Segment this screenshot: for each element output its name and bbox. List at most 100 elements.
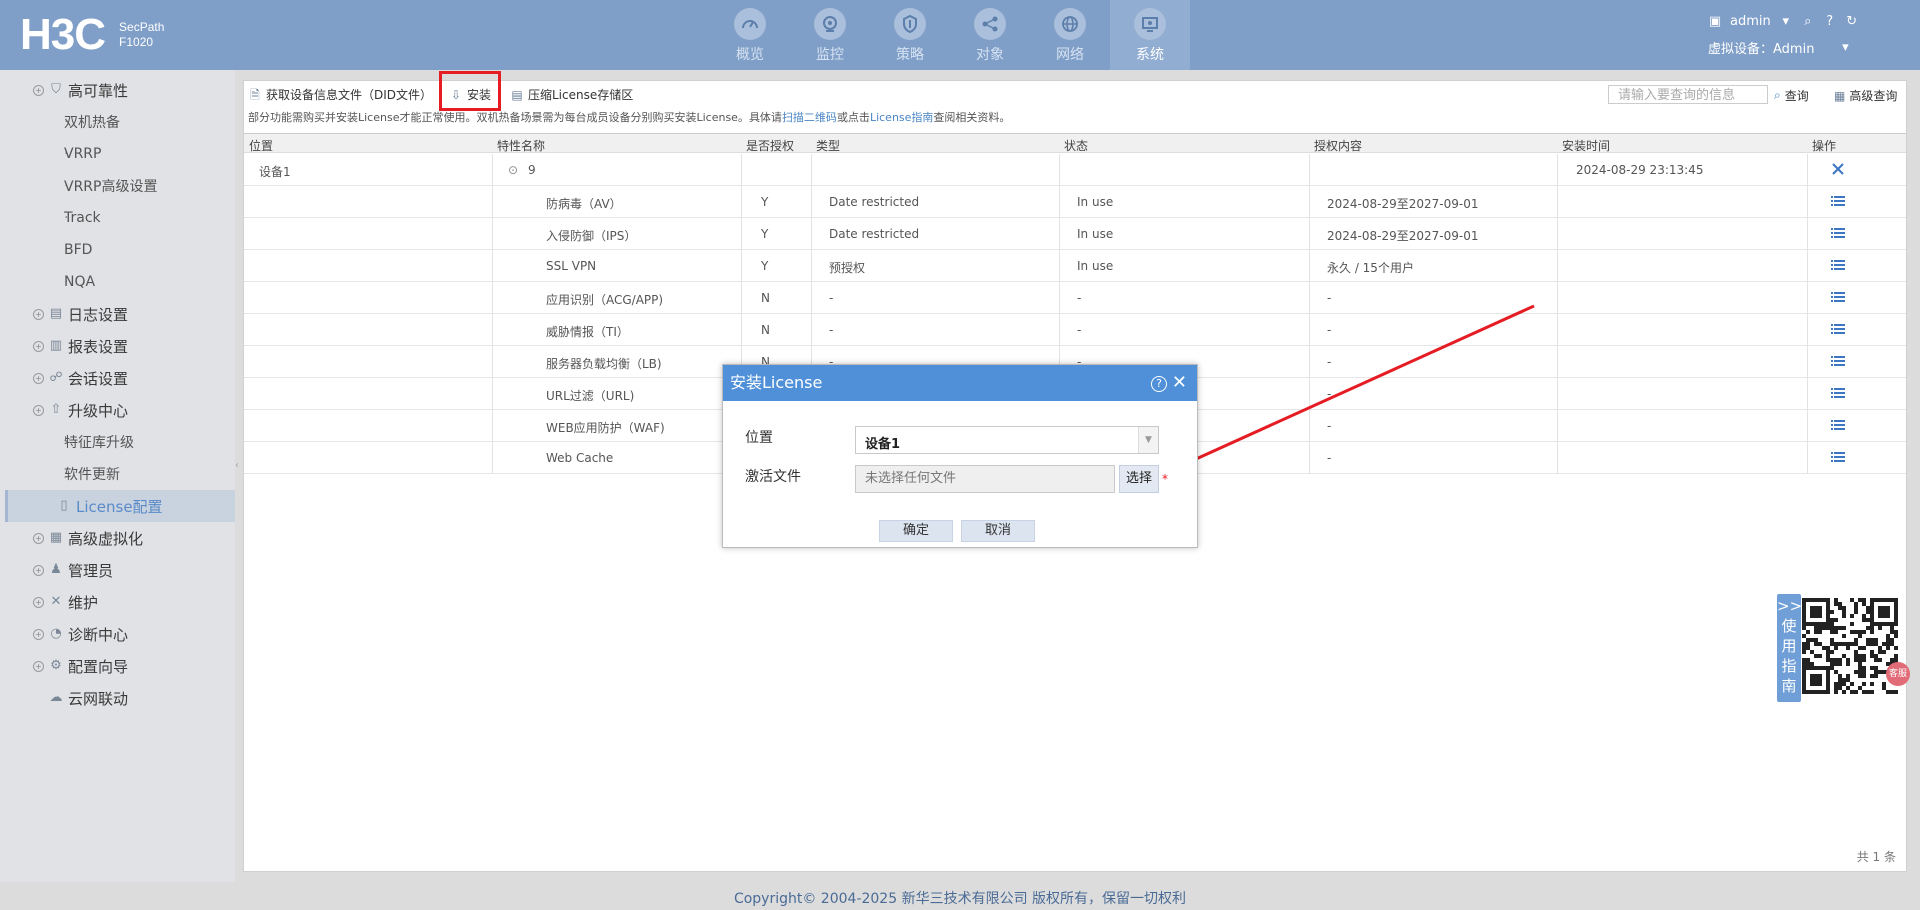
nav-item[interactable]: 系统 [1110,0,1190,70]
compress-button[interactable]: ▤ 压缩License存储区 [510,86,633,103]
column-divider [1309,346,1310,378]
sidebar-item[interactable]: + ⇧ 升级中心 [0,394,235,426]
expand-toggle-icon[interactable]: + [33,596,44,608]
location-select[interactable]: 设备1 ▼ [855,426,1159,454]
help-icon[interactable]: ? [1823,14,1837,29]
column-header[interactable]: 特性名称 [497,137,545,154]
sidebar-item[interactable]: · Track [0,202,235,234]
column-divider [1309,314,1310,346]
expand-toggle-icon[interactable]: + [33,372,44,384]
nav-item[interactable]: 对象 [950,0,1030,70]
ok-button[interactable]: 确定 [879,520,953,542]
detail-list-icon[interactable] [1831,418,1845,432]
column-header[interactable]: 位置 [249,137,273,154]
license-guide-link[interactable]: License指南 [870,111,933,124]
chevron-down-icon[interactable]: ▾ [1838,40,1852,55]
sidebar-item[interactable]: + ☍ 会话设置 [0,362,235,394]
expand-toggle-icon[interactable]: + [33,564,44,576]
expand-toggle-icon[interactable]: + [33,404,44,416]
sidebar-item[interactable]: + ⚙ 配置向导 [0,650,235,682]
activation-file-input[interactable]: 未选择任何文件 [855,465,1115,493]
help-icon[interactable]: ? [1151,376,1167,392]
detail-list-icon[interactable] [1831,194,1845,208]
scan-qr-link[interactable]: 扫描二维码 [782,111,837,124]
expand-toggle-icon[interactable]: + [33,340,44,352]
sidebar-item[interactable]: + ✕ 维护 [0,586,235,618]
table-group-row[interactable]: 设备1 ⊙ 9 2024-08-29 23:13:45 [244,154,1906,186]
save-icon[interactable]: ▣ [1708,14,1722,29]
table-row[interactable]: 应用识别（ACG/APP) N - - - [244,282,1906,314]
column-divider [1807,346,1808,378]
column-header[interactable]: 状态 [1064,137,1088,154]
expand-toggle-icon[interactable]: + [33,308,44,320]
install-license-dialog: 安装License ? ✕ 位置 设备1 ▼ 激活文件 未选择任何文件 选择 *… [722,364,1198,548]
guide-tab[interactable]: >>使用指南 [1777,594,1802,702]
table-row[interactable]: 入侵防御（IPS） Y Date restricted In use 2024-08-2… [244,218,1906,250]
sidebar-item-label: 高级虚拟化 [68,529,144,548]
choose-file-button[interactable]: 选择 [1119,465,1159,493]
sidebar-item[interactable]: + ▥ 报表设置 [0,330,235,362]
detail-list-icon[interactable] [1831,226,1845,240]
sidebar-item[interactable]: + ♟ 管理员 [0,554,235,586]
delete-icon[interactable] [1831,162,1845,176]
sidebar-item[interactable]: · VRRP高级设置 [0,170,235,202]
column-divider [741,218,742,250]
sidebar-item[interactable]: + ⛉ 高可靠性 [0,74,235,106]
search-button[interactable]: ⌕ 查询 [1774,87,1809,104]
sidebar-item[interactable]: ☁ 云网联动 [0,682,235,714]
search-input[interactable]: 请输入要查询的信息 [1608,85,1768,104]
sidebar-item[interactable]: + ▤ 日志设置 [0,298,235,330]
advanced-search-button[interactable]: ▦ 高级查询 [1834,87,1897,104]
table-row[interactable]: SSL VPN Y 预授权 In use 永久 / 15个用户 [244,250,1906,282]
column-header[interactable]: 安装时间 [1562,137,1610,154]
user-menu[interactable]: admin [1730,14,1771,29]
report-icon: ▥ [49,338,63,353]
column-divider [741,250,742,282]
nav-item[interactable]: 监控 [790,0,870,70]
sidebar-item[interactable]: + ◔ 诊断中心 [0,618,235,650]
sidebar-item[interactable]: ▯ License配置 [5,490,235,522]
search-icon[interactable]: ⌕ [1801,14,1815,29]
get-did-button[interactable]: 🗎 获取设备信息文件（DID文件） [248,86,432,103]
table-row[interactable]: 防病毒（AV） Y Date restricted In use 2024-08-29至… [244,186,1906,218]
expand-toggle-icon[interactable]: + [33,628,44,640]
sidebar-item[interactable]: · VRRP [0,138,235,170]
dialog-title-bar: 安装License ? ✕ [723,365,1197,401]
column-header[interactable]: 是否授权 [746,137,794,154]
column-divider [1309,154,1310,186]
column-divider [1557,346,1558,378]
nav-item[interactable]: 策略 [870,0,950,70]
expand-toggle-icon[interactable]: + [33,660,44,672]
detail-list-icon[interactable] [1831,354,1845,368]
support-badge-icon[interactable]: 客服 [1886,662,1910,686]
sidebar-item[interactable]: · 软件更新 [0,458,235,490]
sidebar-item-label: 维护 [68,593,99,612]
virtual-device-label[interactable]: 虚拟设备：Admin [1708,38,1814,57]
sidebar-item[interactable]: · 特征库升级 [0,426,235,458]
expand-toggle-icon[interactable]: + [33,84,44,96]
table-row[interactable]: 威胁情报（TI） N - - - [244,314,1906,346]
sidebar-item[interactable]: + ▦ 高级虚拟化 [0,522,235,554]
caret-down-icon[interactable]: ▾ [1779,14,1793,29]
collapse-handle-icon[interactable]: ‹ [235,460,239,471]
detail-list-icon[interactable] [1831,322,1845,336]
collapse-toggle-icon[interactable]: ⊙ [508,163,518,177]
detail-list-icon[interactable] [1831,386,1845,400]
detail-list-icon[interactable] [1831,290,1845,304]
sidebar-item[interactable]: · NQA [0,266,235,298]
sidebar-item[interactable]: · BFD [0,234,235,266]
search-label: 查询 [1784,89,1809,103]
column-header[interactable]: 授权内容 [1314,137,1362,154]
cancel-button[interactable]: 取消 [961,520,1035,542]
nav-item[interactable]: 网络 [1030,0,1110,70]
refresh-icon[interactable]: ↻ [1845,14,1859,29]
detail-list-icon[interactable] [1831,258,1845,272]
nav-item[interactable]: 概览 [710,0,790,70]
expand-toggle-icon[interactable]: + [33,532,44,544]
sidebar-item[interactable]: · 双机热备 [0,106,235,138]
feature-name-cell: 服务器负载均衡（LB) [546,357,662,371]
column-header[interactable]: 操作 [1812,137,1836,154]
close-icon[interactable]: ✕ [1172,374,1187,392]
detail-list-icon[interactable] [1831,450,1845,464]
column-header[interactable]: 类型 [816,137,840,154]
